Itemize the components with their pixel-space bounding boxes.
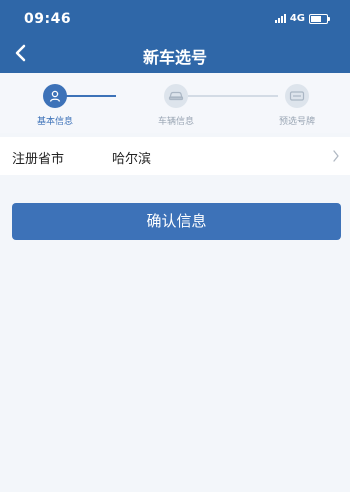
- network-type: 4G: [289, 13, 305, 24]
- step-label: 车辆信息: [157, 117, 194, 127]
- car-icon: [164, 84, 188, 108]
- battery-icon: [309, 13, 330, 24]
- chevron-right-icon: [333, 150, 339, 162]
- person-icon: [43, 84, 67, 108]
- registration-province-row[interactable]: 注册省市 哈尔滨: [0, 137, 350, 175]
- status-bar: 09:46 4G: [0, 0, 350, 36]
- step-label: 基本信息: [36, 117, 73, 127]
- progress-stepper: 基本信息 车辆信息 预选号牌: [0, 73, 350, 133]
- app-header: 09:46 4G 新车选号: [0, 0, 350, 73]
- license-plate-icon: [285, 84, 309, 108]
- step-label: 预选号牌: [278, 117, 315, 127]
- registration-province-label: 注册省市: [12, 152, 65, 167]
- step-basic-info: 基本信息: [15, 84, 95, 127]
- registration-province-value: 哈尔滨: [112, 152, 152, 167]
- page-title: 新车选号: [142, 48, 207, 67]
- step-preselect-plate: 预选号牌: [257, 84, 337, 127]
- step-vehicle-info: 车辆信息: [136, 84, 216, 127]
- confirm-info-button[interactable]: 确认信息: [12, 203, 341, 240]
- signal-icon: [274, 14, 286, 23]
- status-time: 09:46: [24, 11, 72, 27]
- status-indicators: 4G: [274, 13, 330, 24]
